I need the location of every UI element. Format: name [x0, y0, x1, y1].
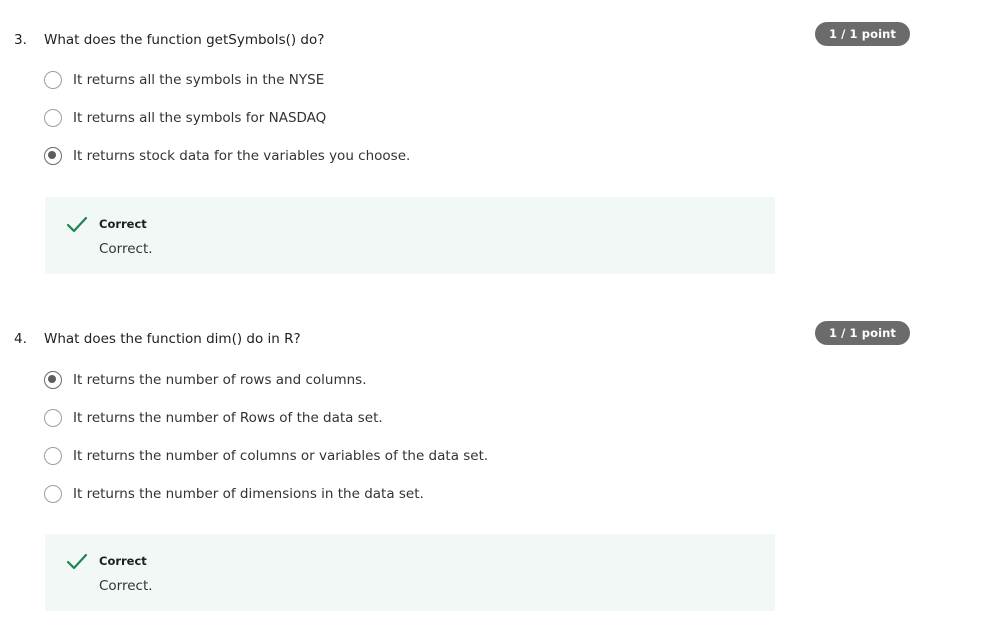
- answer-option-label: It returns the number of columns or vari…: [73, 448, 489, 464]
- feedback-title: Correct: [99, 217, 147, 231]
- answer-option-label: It returns stock data for the variables …: [73, 148, 411, 164]
- question-number: 3.: [14, 32, 27, 48]
- answer-option[interactable]: It returns the number of rows and column…: [44, 369, 367, 391]
- radio-button-selected[interactable]: [44, 147, 62, 165]
- feedback-text: Correct.: [99, 578, 153, 594]
- checkmark-icon: [66, 553, 88, 570]
- feedback-text: Correct.: [99, 241, 153, 257]
- question-text: What does the function dim() do in R?: [44, 331, 301, 347]
- radio-button-selected[interactable]: [44, 371, 62, 389]
- answer-option[interactable]: It returns all the symbols in the NYSE: [44, 69, 324, 91]
- feedback-title: Correct: [99, 554, 147, 568]
- quiz-results-page: 3. What does the function getSymbols() d…: [0, 0, 984, 638]
- radio-button[interactable]: [44, 409, 62, 427]
- answer-option-label: It returns the number of rows and column…: [73, 372, 367, 388]
- answer-option[interactable]: It returns stock data for the variables …: [44, 145, 410, 167]
- answer-option[interactable]: It returns all the symbols for NASDAQ: [44, 107, 326, 129]
- radio-button[interactable]: [44, 485, 62, 503]
- points-badge: 1 / 1 point: [815, 321, 910, 345]
- answer-option[interactable]: It returns the number of dimensions in t…: [44, 483, 424, 505]
- radio-button[interactable]: [44, 109, 62, 127]
- question-text: What does the function getSymbols() do?: [44, 32, 325, 48]
- answer-option-label: It returns all the symbols for NASDAQ: [73, 110, 327, 126]
- answer-option[interactable]: It returns the number of Rows of the dat…: [44, 407, 383, 429]
- answer-option[interactable]: It returns the number of columns or vari…: [44, 445, 488, 467]
- answer-option-label: It returns the number of Rows of the dat…: [73, 410, 383, 426]
- feedback-box: Correct Correct.: [45, 197, 775, 274]
- feedback-box: Correct Correct.: [45, 534, 775, 611]
- checkmark-icon: [66, 216, 88, 233]
- answer-option-label: It returns the number of dimensions in t…: [73, 486, 424, 502]
- radio-button[interactable]: [44, 447, 62, 465]
- radio-button[interactable]: [44, 71, 62, 89]
- answer-option-label: It returns all the symbols in the NYSE: [73, 72, 325, 88]
- points-badge: 1 / 1 point: [815, 22, 910, 46]
- question-number: 4.: [14, 331, 27, 347]
